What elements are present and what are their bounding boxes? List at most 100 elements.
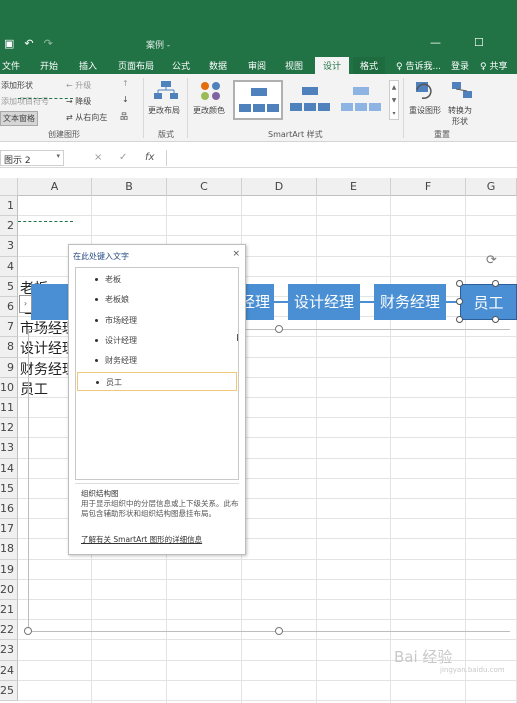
style-thumb-2[interactable] xyxy=(285,80,335,120)
gridline-horizontal xyxy=(18,558,517,560)
row-header-10[interactable]: 10 xyxy=(0,377,18,398)
tab-format[interactable]: 格式 xyxy=(353,57,386,74)
gridline-horizontal xyxy=(18,639,517,641)
row-header-24[interactable]: 24 xyxy=(0,660,18,681)
row-header-15[interactable]: 15 xyxy=(0,478,18,499)
formula-bar: 图示 2 ▾ × ✓ fx xyxy=(0,148,517,168)
insert-function-icon[interactable]: fx xyxy=(145,152,154,163)
shape-handle-bl[interactable] xyxy=(456,316,463,323)
tab-file[interactable]: 文件 xyxy=(2,59,20,72)
text-pane-item[interactable]: 财务经理 xyxy=(77,351,237,370)
org-layout-icon[interactable]: 品 xyxy=(120,111,128,122)
select-all-corner[interactable] xyxy=(0,178,18,196)
row-header-25[interactable]: 25 xyxy=(0,680,18,701)
tab-page-layout[interactable]: 页面布局 xyxy=(118,59,154,72)
change-layout-icon xyxy=(154,81,178,99)
text-pane-item[interactable]: 市场经理 xyxy=(77,311,237,330)
row-header-23[interactable]: 23 xyxy=(0,640,18,661)
tab-view[interactable]: 视图 xyxy=(285,59,303,72)
row-header-1[interactable]: 1 xyxy=(0,196,18,217)
column-header-d[interactable]: D xyxy=(242,178,317,196)
text-pane-item[interactable]: 老板娘 xyxy=(77,290,237,309)
row-header-20[interactable]: 20 xyxy=(0,579,18,600)
shape-handle-tl[interactable] xyxy=(456,280,463,287)
tab-insert[interactable]: 插入 xyxy=(79,59,97,72)
smartart-box-design-manager[interactable]: 设计经理 xyxy=(288,284,360,320)
formula-input[interactable] xyxy=(166,150,517,166)
row-header-18[interactable]: 18 xyxy=(0,539,18,560)
smartart-box-employee[interactable]: 员工 xyxy=(460,284,517,320)
cell-a10[interactable]: 员工 xyxy=(20,379,48,399)
row-header-9[interactable]: 9 xyxy=(0,357,18,378)
row-header-14[interactable]: 14 xyxy=(0,458,18,479)
promote-button[interactable]: ← 升级 xyxy=(66,80,91,91)
row-header-11[interactable]: 11 xyxy=(0,398,18,419)
tab-formulas[interactable]: 公式 xyxy=(172,59,190,72)
row-header-13[interactable]: 13 xyxy=(0,438,18,459)
row-header-19[interactable]: 19 xyxy=(0,559,18,580)
save-icon[interactable]: ▣ xyxy=(4,37,14,50)
row-header-2[interactable]: 2 xyxy=(0,216,18,237)
move-up-button[interactable]: ↑ xyxy=(122,79,129,88)
text-pane-item[interactable]: 设计经理 xyxy=(77,331,237,350)
style-thumb-3[interactable] xyxy=(336,80,386,120)
cancel-icon[interactable]: × xyxy=(94,152,102,163)
login-link[interactable]: 登录 xyxy=(451,59,469,72)
frame-handle-bottom[interactable] xyxy=(275,627,283,635)
column-header-e[interactable]: E xyxy=(317,178,391,196)
tab-home[interactable]: 开始 xyxy=(40,59,58,72)
tab-review[interactable]: 审阅 xyxy=(248,59,266,72)
text-pane-item[interactable]: 员工 xyxy=(77,371,237,391)
gridline-horizontal xyxy=(18,578,517,580)
change-colors-button[interactable]: 更改颜色 xyxy=(193,105,225,116)
reset-graphic-button[interactable]: 重设图形 xyxy=(409,105,441,116)
row-header-5[interactable]: 5 xyxy=(0,276,18,297)
minimize-button[interactable]: — xyxy=(430,36,441,49)
row-header-8[interactable]: 8 xyxy=(0,337,18,358)
row-header-6[interactable]: 6 xyxy=(0,297,18,318)
shape-handle-b[interactable] xyxy=(492,316,499,323)
group-label-layouts: 版式 xyxy=(158,130,174,139)
shape-handle-l[interactable] xyxy=(456,298,463,305)
row-header-3[interactable]: 3 xyxy=(0,236,18,257)
row-header-21[interactable]: 21 xyxy=(0,600,18,621)
rotate-handle-icon[interactable]: ⟳ xyxy=(486,253,497,268)
row-header-12[interactable]: 12 xyxy=(0,418,18,439)
style-thumb-1[interactable] xyxy=(233,80,283,120)
enter-icon[interactable]: ✓ xyxy=(119,152,127,163)
row-header-17[interactable]: 17 xyxy=(0,519,18,540)
tell-me-search[interactable]: ♀ 告诉我... xyxy=(396,59,441,72)
text-pane-toggle-icon[interactable]: › xyxy=(19,295,32,313)
add-shape-button[interactable]: 添加形状 xyxy=(1,80,33,91)
bullet-icon xyxy=(95,318,98,322)
learn-more-link[interactable]: 了解有关 SmartArt 图形的详细信息 xyxy=(81,534,202,545)
shape-handle-t[interactable] xyxy=(492,280,499,287)
row-header-7[interactable]: 7 xyxy=(0,317,18,338)
change-layout-button[interactable]: 更改布局 xyxy=(148,105,180,116)
tab-data[interactable]: 数据 xyxy=(209,59,227,72)
row-header-4[interactable]: 4 xyxy=(0,256,18,277)
text-pane-list[interactable]: I 老板 老板娘 市场经理 设计经理 财务经理 员工 xyxy=(75,267,239,480)
style-gallery-scroll[interactable]: ▲ ▼ ▾ xyxy=(389,80,399,120)
row-header-22[interactable]: 22 xyxy=(0,620,18,641)
row-header-16[interactable]: 16 xyxy=(0,499,18,520)
share-button[interactable]: ♀ 共享 xyxy=(480,59,507,72)
tab-design[interactable]: 设计 xyxy=(315,57,350,74)
move-down-button[interactable]: ↓ xyxy=(122,95,129,104)
smartart-box-finance-manager[interactable]: 财务经理 xyxy=(374,284,446,320)
frame-handle-bottom-left[interactable] xyxy=(24,627,32,635)
gridline-horizontal xyxy=(18,235,517,237)
gridline-horizontal xyxy=(18,700,517,701)
text-pane-item[interactable]: 老板 xyxy=(77,270,237,289)
undo-icon[interactable]: ↶ xyxy=(24,37,33,50)
column-header-g[interactable]: G xyxy=(466,178,517,196)
restore-button[interactable]: ☐ xyxy=(474,36,484,49)
redo-icon[interactable]: ↷ xyxy=(44,37,53,50)
column-header-b[interactable]: B xyxy=(92,178,167,196)
column-header-f[interactable]: F xyxy=(391,178,466,196)
close-icon[interactable]: × xyxy=(232,249,240,259)
convert-button[interactable]: 转换为 xyxy=(448,105,472,116)
frame-handle-top[interactable] xyxy=(275,325,283,333)
text-pane: 在此处键入文字 × I 老板 老板娘 市场经理 设计经理 财务经理 员工 组织结构图 用于… xyxy=(68,244,246,555)
column-header-c[interactable]: C xyxy=(167,178,242,196)
